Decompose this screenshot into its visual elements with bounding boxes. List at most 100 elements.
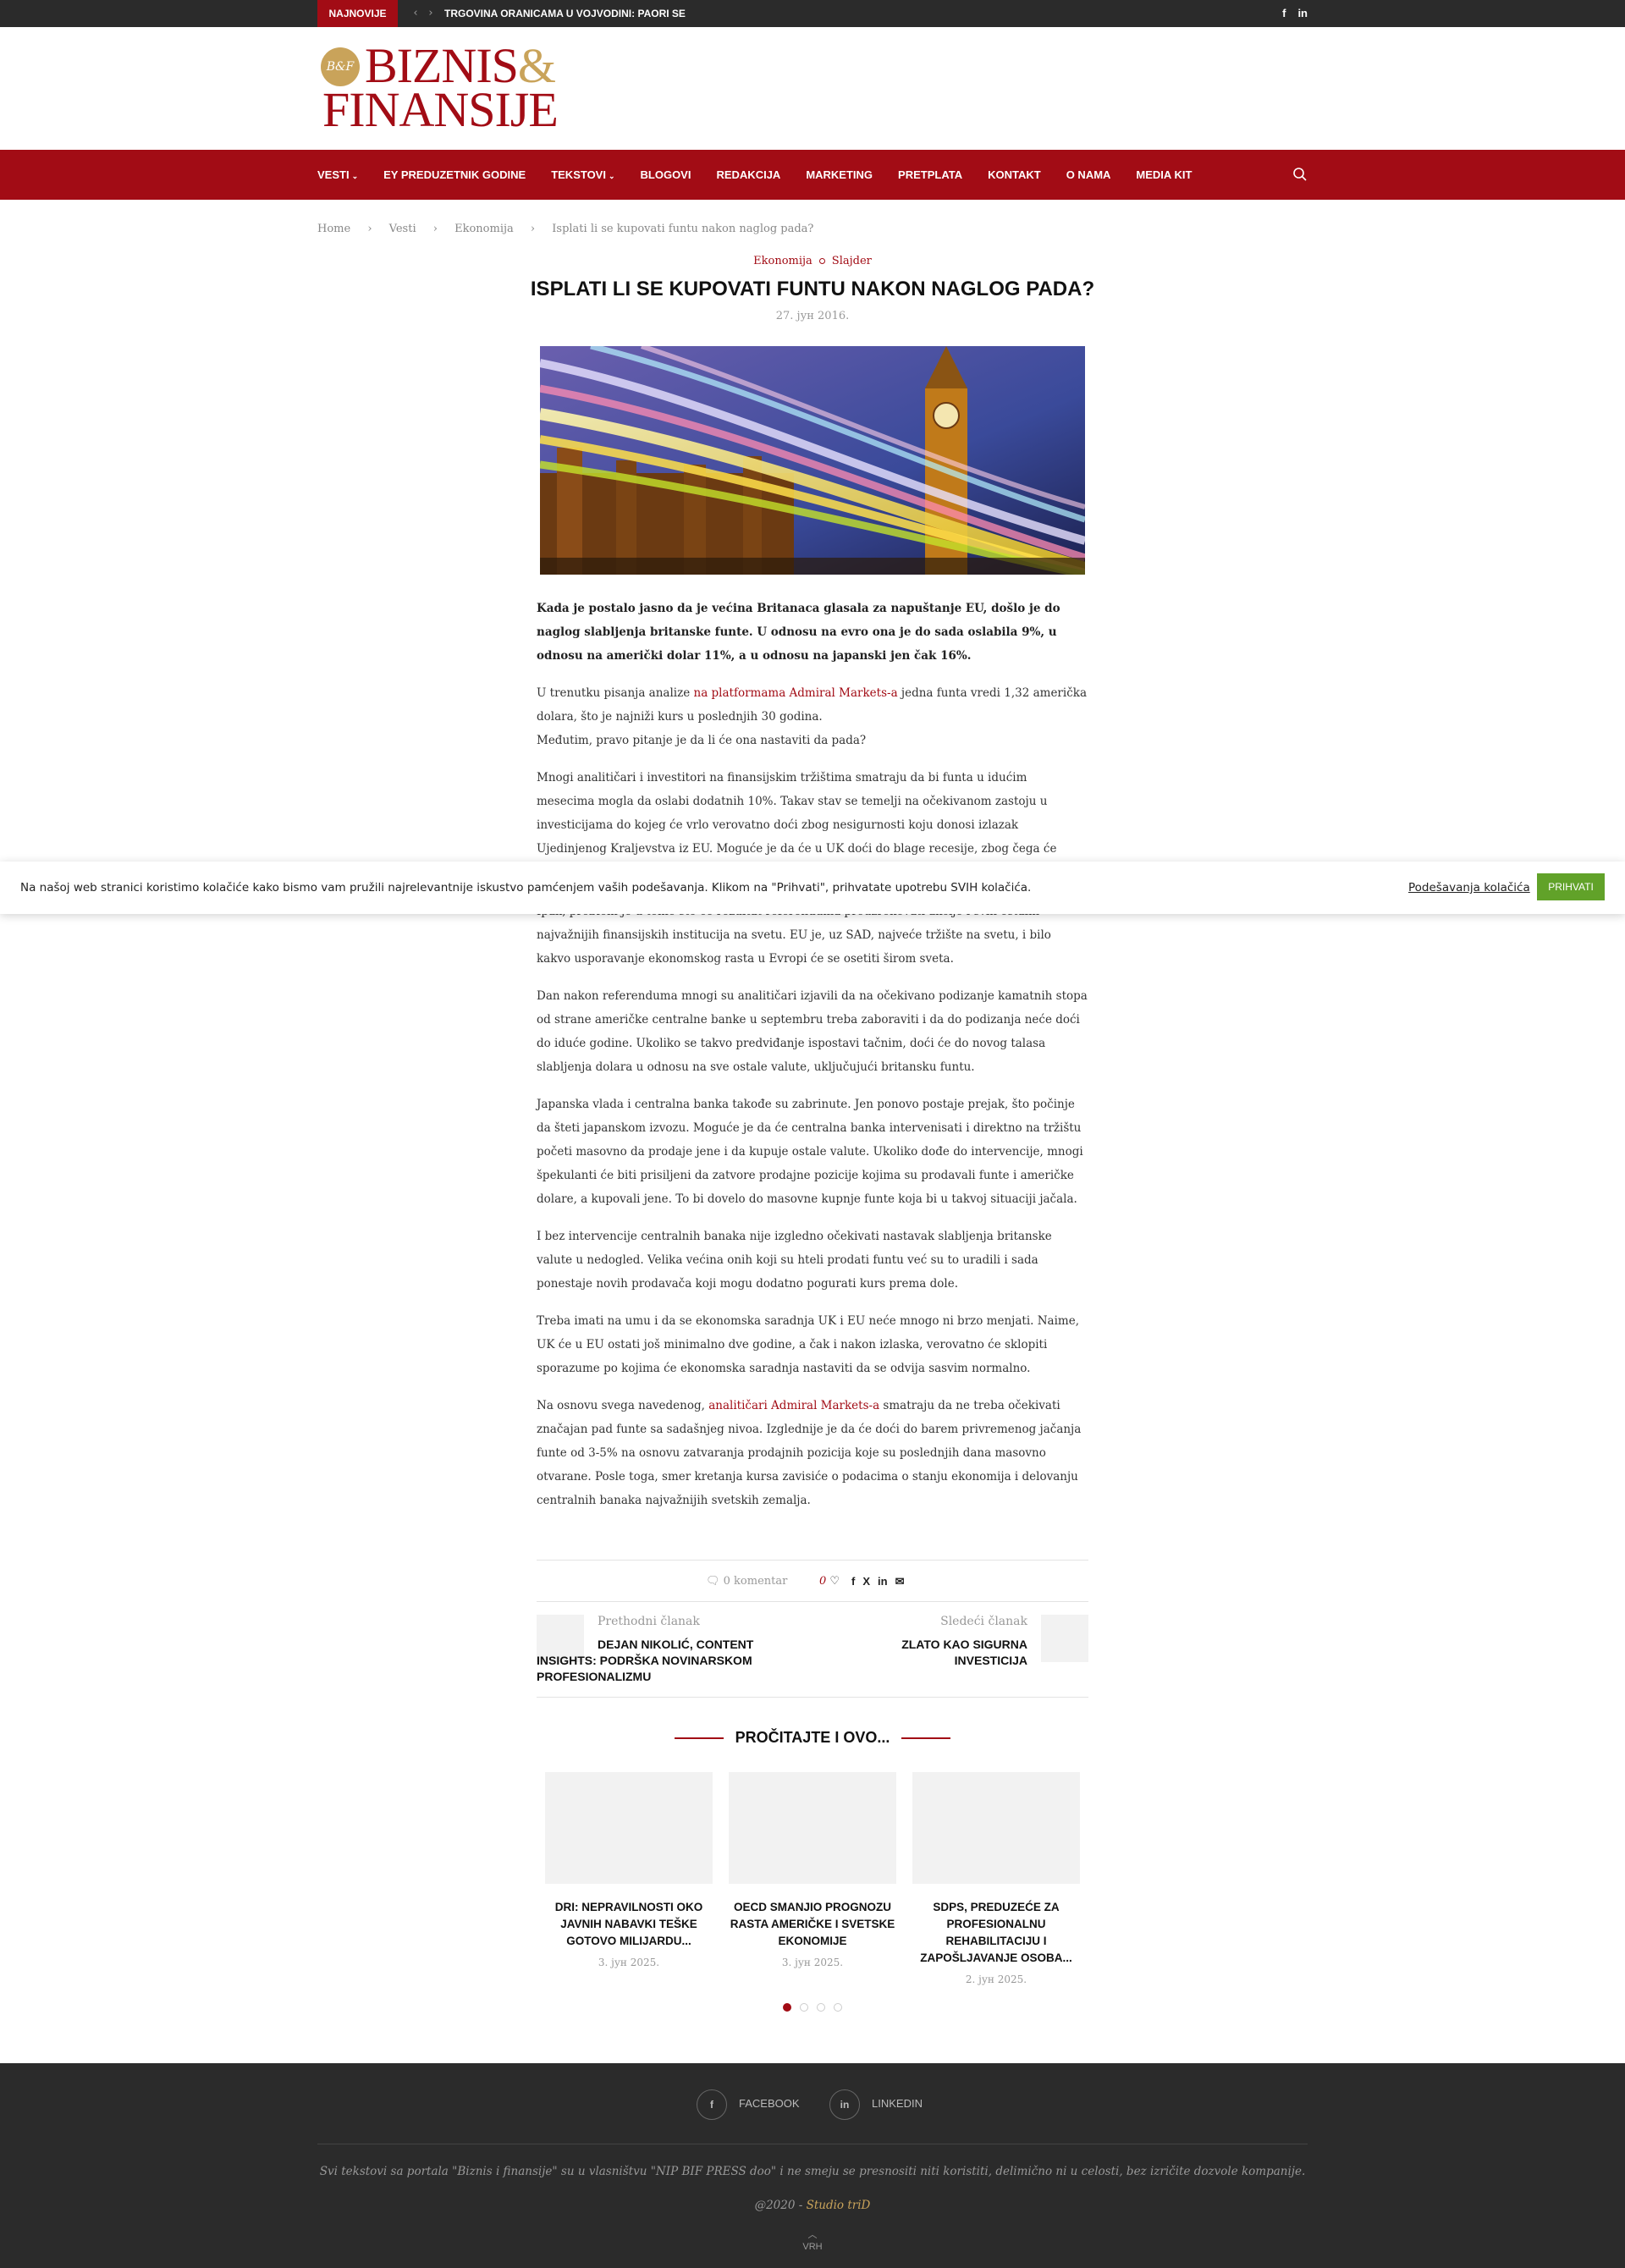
facebook-icon: f <box>697 2089 727 2120</box>
email-icon[interactable]: ✉ <box>895 1575 905 1588</box>
logo-seal: B&F <box>321 47 360 86</box>
category-link-ekonomija[interactable]: Ekonomija <box>753 255 812 267</box>
footer-facebook-link[interactable]: f FACEBOOK <box>697 2089 800 2120</box>
article-paragraph: I bez intervencije centralnih banaka nij… <box>537 1230 1052 1291</box>
chevron-down-icon: ⌄ <box>608 172 615 180</box>
facebook-icon[interactable]: f <box>851 1575 855 1588</box>
ticker-arrows: ‹ › <box>408 0 438 27</box>
carousel-dot[interactable] <box>783 2003 791 2012</box>
related-card[interactable]: DRI: NEPRAVILNOSTI OKO JAVNIH NABAVKI TE… <box>545 1772 713 1968</box>
article-paragraph: U trenutku pisanja analize na platformam… <box>537 686 1087 747</box>
next-label: Sledeći članak <box>940 1615 1027 1628</box>
breadcrumb: Home › Vesti › Ekonomija › Isplati li se… <box>317 223 813 235</box>
related-thumbnail[interactable] <box>545 1772 713 1884</box>
next-thumbnail[interactable] <box>1041 1615 1088 1662</box>
related-card[interactable]: OECD SMANJIO PROGNOZU RASTA AMERIČKE I S… <box>729 1772 896 1968</box>
related-carousel: DRI: NEPRAVILNOSTI OKO JAVNIH NABAVKI TE… <box>545 1772 1080 1985</box>
breadcrumb-vesti[interactable]: Vesti <box>389 223 416 235</box>
linkedin-icon[interactable]: in <box>878 1575 888 1588</box>
back-to-top-button[interactable]: ︿ VRH <box>0 2229 1625 2253</box>
hero-image <box>540 346 1085 575</box>
related-date: 3. јун 2025. <box>781 1957 844 1968</box>
facebook-icon[interactable]: f <box>1282 7 1286 19</box>
nav-list: VESTI ⌄ EY PREDUZETNIK GODINE TEKSTOVI ⌄ B… <box>317 150 1217 200</box>
related-thumbnail[interactable] <box>729 1772 896 1884</box>
post-navigation: Prethodni članak DEJAN NIKOLIĆ, CONTENT … <box>537 1615 1088 1698</box>
carousel-dot[interactable] <box>817 2003 825 2012</box>
footer-linkedin-link[interactable]: in LINKEDIN <box>829 2089 923 2120</box>
breadcrumb-ekonomija[interactable]: Ekonomija <box>454 223 514 235</box>
chevron-right-icon: › <box>530 223 536 235</box>
main-nav: VESTI ⌄ EY PREDUZETNIK GODINE TEKSTOVI ⌄ B… <box>0 150 1625 200</box>
top-social: f in <box>1270 0 1308 27</box>
related-card[interactable]: SDPS, PREDUZEĆE ZA PROFESIONALNU REHABIL… <box>912 1772 1080 1985</box>
cookie-accept-button[interactable]: PRIHVATI <box>1537 873 1605 900</box>
linkedin-icon[interactable]: in <box>1297 7 1308 19</box>
breadcrumb-current: Isplati li se kupovati funtu nakon naglo… <box>552 223 814 235</box>
chevron-right-icon[interactable]: › <box>423 0 438 27</box>
article-lead: Kada je postalo jasno da je većina Brita… <box>537 602 1060 663</box>
chevron-left-icon[interactable]: ‹ <box>408 0 423 27</box>
separator-dot-icon <box>818 258 825 264</box>
footer-copyright: Svi tekstovi sa portala "Biznis i finans… <box>319 2165 1306 2178</box>
cookie-consent-bar: Na našoj web stranici koristimo kolačiće… <box>0 862 1625 914</box>
related-thumbnail[interactable] <box>912 1772 1080 1884</box>
heading-divider <box>901 1737 951 1740</box>
newest-badge: NAJNOVIJE <box>317 0 398 27</box>
prev-article-link[interactable]: DEJAN NIKOLIĆ, CONTENT INSIGHTS: PODRŠKA… <box>537 1637 790 1685</box>
nav-item-kontakt[interactable]: KONTAKT <box>988 150 1041 200</box>
nav-item-media-kit[interactable]: MEDIA KIT <box>1136 150 1192 200</box>
nav-item-vesti[interactable]: VESTI ⌄ <box>317 150 358 200</box>
top-bar: NAJNOVIJE ‹ › TRGOVINA ORANICAMA U VOJVOD… <box>0 0 1625 27</box>
related-date: 2. јун 2025. <box>965 1973 1027 1985</box>
next-article-link[interactable]: ZLATO KAO SIGURNA INVESTICIJA <box>858 1637 1027 1669</box>
footer-credit: @2020 - Studio triD <box>754 2199 871 2212</box>
nav-item-blogovi[interactable]: BLOGOVI <box>641 150 691 200</box>
chevron-right-icon: › <box>367 223 372 235</box>
article-paragraph: Na osnovu svega navedenog, analitičari A… <box>537 1399 1082 1507</box>
cookie-settings-link[interactable]: Podešavanja kolačića <box>1408 862 1530 914</box>
carousel-dot[interactable] <box>834 2003 842 2012</box>
admiral-markets-analysts-link[interactable]: analitičari Admiral Markets-a <box>708 1399 879 1412</box>
chevron-down-icon: ⌄ <box>351 172 359 180</box>
related-title[interactable]: OECD SMANJIO PROGNOZU RASTA AMERIČKE I S… <box>729 1899 896 1950</box>
carousel-dots <box>0 1999 1625 2015</box>
related-title[interactable]: SDPS, PREDUZEĆE ZA PROFESIONALNU REHABIL… <box>912 1899 1080 1967</box>
comment-icon: 🗨 <box>706 1575 724 1588</box>
heading-divider <box>674 1737 724 1740</box>
nav-item-marketing[interactable]: MARKETING <box>806 150 873 200</box>
comments-count[interactable]: 🗨 0 komentar <box>706 1561 787 1603</box>
x-icon[interactable]: X <box>862 1575 870 1588</box>
cookie-message: Na našoj web stranici koristimo kolačiće… <box>20 881 1032 895</box>
linkedin-icon: in <box>829 2089 860 2120</box>
ticker-headline[interactable]: TRGOVINA ORANICAMA U VOJVODINI: PAORI SE <box>444 0 686 27</box>
site-logo[interactable]: B&F BIZNIS& FINANSIJE <box>319 39 573 137</box>
article-paragraph: Japanska vlada i centralna banka takođe … <box>537 1098 1083 1206</box>
share-icons: f Xin ✉ <box>851 1561 912 1603</box>
article-body: Kada je postalo jasno da je većina Brita… <box>537 597 1088 1526</box>
category-link-slajder[interactable]: Slajder <box>832 255 872 267</box>
nav-item-redakcija[interactable]: REDAKCIJA <box>716 150 780 200</box>
article-categories: Ekonomija Slajder <box>0 255 1625 267</box>
carousel-dot[interactable] <box>800 2003 808 2012</box>
admiral-markets-link[interactable]: na platformama Admiral Markets-a <box>694 686 898 700</box>
logo-line2: FINANSIJE <box>322 82 559 137</box>
like-button[interactable]: 0 ♡ <box>819 1561 840 1603</box>
chevron-up-icon: ︿ <box>807 2230 818 2240</box>
related-date: 3. јун 2025. <box>598 1957 660 1968</box>
article-date: 27. јун 2016. <box>775 310 850 322</box>
nav-item-pretplata[interactable]: PRETPLATA <box>898 150 962 200</box>
related-title[interactable]: DRI: NEPRAVILNOSTI OKO JAVNIH NABAVKI TE… <box>545 1899 713 1950</box>
article-paragraph: Treba imati na umu i da se ekonomska sar… <box>537 1314 1079 1375</box>
share-bar: 🗨 0 komentar 0 ♡ f Xin ✉ <box>537 1560 1088 1602</box>
nav-item-o-nama[interactable]: O NAMA <box>1066 150 1111 200</box>
nav-item-ey[interactable]: EY PREDUZETNIK GODINE <box>383 150 526 200</box>
prev-label: Prethodni članak <box>598 1615 700 1628</box>
nav-item-tekstovi[interactable]: TEKSTOVI ⌄ <box>551 150 614 200</box>
site-footer: f FACEBOOK in LINKEDIN Svi tekstovi sa por… <box>0 2063 1625 2268</box>
search-icon[interactable] <box>1292 167 1308 182</box>
studio-trid-link[interactable]: Studio triD <box>807 2199 871 2212</box>
related-heading: PROČITAJTE I OVO... <box>0 1729 1625 1747</box>
article-title: ISPLATI LI SE KUPOVATI FUNTU NAKON NAGLO… <box>530 278 1095 300</box>
breadcrumb-home[interactable]: Home <box>317 223 350 235</box>
